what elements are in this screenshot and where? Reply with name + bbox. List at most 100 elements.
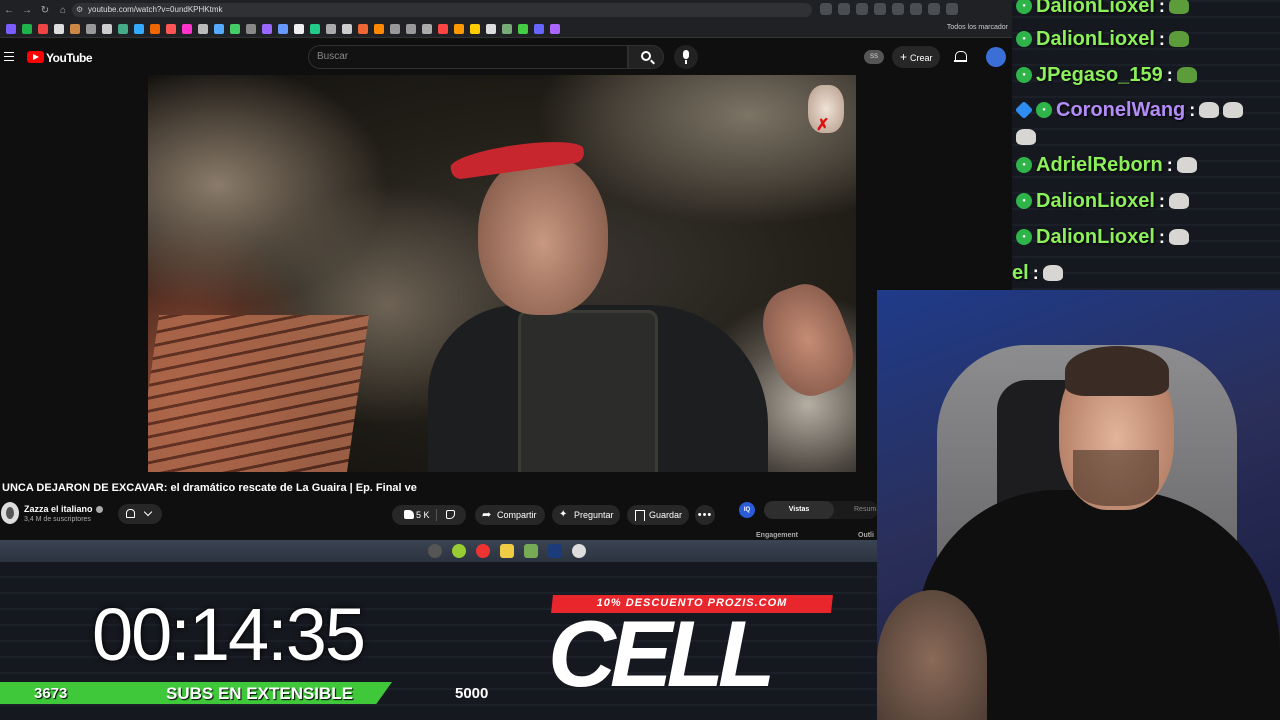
create-button[interactable]: + Crear <box>892 46 940 68</box>
bookmark-icon[interactable] <box>278 24 288 34</box>
site-info-icon[interactable]: ⚙ <box>76 3 83 17</box>
chat-username[interactable]: el <box>1012 262 1029 285</box>
video-player[interactable]: ✗ <box>148 75 856 472</box>
app-icon[interactable] <box>572 544 586 558</box>
save-button[interactable]: Guardar <box>627 505 689 525</box>
more-actions-button[interactable]: ••• <box>695 505 715 525</box>
like-icon[interactable] <box>404 510 414 519</box>
bookmark-icon[interactable] <box>534 24 544 34</box>
back-icon[interactable]: ← <box>0 5 18 16</box>
extension-icon[interactable] <box>874 3 886 15</box>
start-icon[interactable] <box>428 544 442 558</box>
chat-username[interactable]: DalionLioxel <box>1036 0 1155 18</box>
bookmark-icon[interactable] <box>134 24 144 34</box>
bookmark-icon[interactable] <box>118 24 128 34</box>
zoom-icon[interactable] <box>820 3 832 15</box>
chat-username[interactable]: JPegaso_159 <box>1036 64 1163 87</box>
analytics-extension-icon[interactable]: IQ <box>739 502 755 518</box>
sub-badge-icon: ● <box>1016 157 1032 173</box>
cat-emote-icon <box>1168 193 1189 209</box>
streamer-hair <box>1065 346 1169 396</box>
account-avatar[interactable] <box>986 47 1006 67</box>
bookmark-icon[interactable] <box>70 24 80 34</box>
bookmark-icon[interactable] <box>390 24 400 34</box>
chat-username[interactable]: DalionLioxel <box>1036 190 1155 213</box>
dislike-icon[interactable] <box>446 510 455 519</box>
profile-icon[interactable] <box>928 3 940 15</box>
search-input[interactable]: Buscar <box>308 45 628 69</box>
bookmark-icon[interactable] <box>6 24 16 34</box>
video-title: UNCA DEJARON DE EXCAVAR: el dramático re… <box>2 482 417 494</box>
search-icon <box>641 51 651 61</box>
chat-username[interactable]: AdrielReborn <box>1036 154 1163 177</box>
tab-summary[interactable]: Resum <box>854 501 876 519</box>
youtube-logo-icon[interactable] <box>27 51 44 63</box>
youtube-logo-text[interactable]: YouTube <box>46 51 93 65</box>
bookmark-icon[interactable] <box>342 24 352 34</box>
search-button[interactable] <box>628 45 664 69</box>
bookmark-icon[interactable] <box>310 24 320 34</box>
chat-username[interactable]: CoronelWang <box>1056 99 1185 122</box>
cat-emote-icon <box>1176 157 1197 173</box>
photoshop-icon[interactable] <box>548 544 562 558</box>
bookmark-icon[interactable] <box>406 24 416 34</box>
chat-message: ● DalionLioxel : <box>1016 0 1189 21</box>
bookmark-icon[interactable] <box>502 24 512 34</box>
bookmark-icon[interactable] <box>38 24 48 34</box>
frog-emote-icon <box>1176 67 1197 83</box>
extensions-puzzle-icon[interactable] <box>910 3 922 15</box>
reload-icon[interactable]: ↻ <box>36 5 54 16</box>
share-button[interactable]: Compartir <box>475 505 545 525</box>
bookmark-icon[interactable] <box>198 24 208 34</box>
notifications-bell-icon[interactable] <box>954 51 967 63</box>
bookmark-icon[interactable] <box>166 24 176 34</box>
bookmark-icon[interactable] <box>246 24 256 34</box>
bookmark-icon[interactable] <box>262 24 272 34</box>
browser-menu-icon[interactable] <box>946 3 958 15</box>
extension-icon[interactable] <box>892 3 904 15</box>
channel-name[interactable]: Zazza el italiano <box>24 504 103 514</box>
bookmark-icon[interactable] <box>102 24 112 34</box>
chrome-icon[interactable] <box>476 544 490 558</box>
bookmark-icon[interactable] <box>54 24 64 34</box>
bookmark-icon[interactable] <box>470 24 480 34</box>
bookmark-icon[interactable] <box>486 24 496 34</box>
hamburger-menu-icon[interactable] <box>4 52 14 61</box>
voice-search-icon[interactable] <box>674 45 698 69</box>
bookmark-icon[interactable] <box>182 24 192 34</box>
ask-button[interactable]: Preguntar <box>552 505 620 525</box>
subscribed-notifications-button[interactable] <box>118 504 162 524</box>
bookmark-icon[interactable] <box>358 24 368 34</box>
bookmark-icon[interactable] <box>454 24 464 34</box>
chat-username[interactable]: DalionLioxel <box>1036 28 1155 51</box>
bookmark-icon[interactable] <box>86 24 96 34</box>
channel-avatar[interactable] <box>1 502 19 524</box>
promo-brand-logo: CELL <box>548 601 775 706</box>
url-field[interactable]: ⚙ youtube.com/watch?v=0undKPHKtmk <box>72 3 812 17</box>
app-icon[interactable] <box>452 544 466 558</box>
bookmark-icon[interactable] <box>150 24 160 34</box>
bookmark-icon[interactable] <box>550 24 560 34</box>
chat-username[interactable]: DalionLioxel <box>1036 226 1155 249</box>
ss-badge[interactable]: SS <box>864 50 884 64</box>
home-icon[interactable]: ⌂ <box>54 5 72 16</box>
bookmark-icon[interactable] <box>294 24 304 34</box>
app-icon[interactable] <box>524 544 538 558</box>
bookmark-icon[interactable] <box>374 24 384 34</box>
bookmark-icon[interactable] <box>326 24 336 34</box>
bookmark-icon[interactable] <box>22 24 32 34</box>
frog-emote-icon <box>1168 0 1189 14</box>
bookmark-star-icon[interactable] <box>856 3 868 15</box>
forward-icon[interactable]: → <box>18 5 36 16</box>
bookmark-icon[interactable] <box>438 24 448 34</box>
like-count[interactable]: 5 K <box>416 505 430 525</box>
all-bookmarks-link[interactable]: Todos los marcador <box>947 24 1008 31</box>
bookmark-icon[interactable] <box>422 24 432 34</box>
tab-views[interactable]: Vistas <box>764 501 834 519</box>
chat-colon: : <box>1189 99 1196 120</box>
file-explorer-icon[interactable] <box>500 544 514 558</box>
bookmark-icon[interactable] <box>230 24 240 34</box>
bookmark-icon[interactable] <box>518 24 528 34</box>
share-page-icon[interactable] <box>838 3 850 15</box>
bookmark-icon[interactable] <box>214 24 224 34</box>
